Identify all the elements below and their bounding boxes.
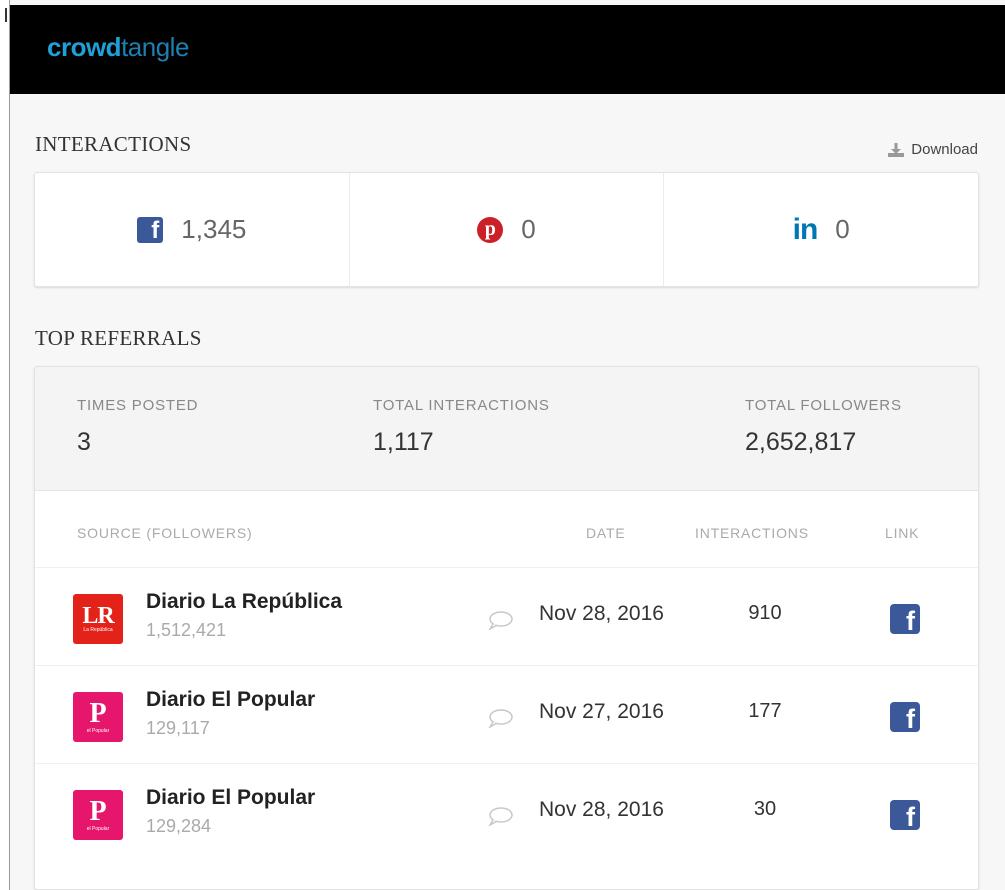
- el-popular-logo: Pel Popular: [73, 790, 123, 840]
- total-interactions-stat: TOTAL INTERACTIONS 1,117: [373, 397, 550, 457]
- download-icon: [888, 142, 905, 157]
- logo-part-tangle: tangle: [121, 32, 189, 62]
- interactions-title: INTERACTIONS: [35, 132, 192, 156]
- times-posted-label: TIMES POSTED: [77, 397, 199, 414]
- window-edge: [0, 0, 10, 890]
- interaction-count: 910: [748, 602, 782, 624]
- top-referrals-title: TOP REFERRALS: [35, 326, 202, 350]
- comment-icon[interactable]: [487, 806, 513, 826]
- column-header-source: SOURCE (FOLLOWERS): [77, 525, 253, 541]
- facebook-interactions: f 1,345: [35, 173, 350, 286]
- main-panel: INTERACTIONS Download f 1,345 p 0 in 0 T…: [10, 94, 1005, 890]
- linkedin-count: 0: [835, 214, 850, 244]
- source-followers: 129,117: [146, 718, 210, 738]
- post-date: Nov 28, 2016: [539, 798, 664, 821]
- post-date: Nov 27, 2016: [539, 700, 664, 723]
- download-button[interactable]: Download: [887, 141, 978, 158]
- referrals-summary: TIMES POSTED 3 TOTAL INTERACTIONS 1,117 …: [35, 367, 978, 491]
- facebook-link-icon[interactable]: f: [890, 800, 920, 832]
- top-referrals-card: TIMES POSTED 3 TOTAL INTERACTIONS 1,117 …: [34, 366, 979, 890]
- pinterest-count: 0: [521, 214, 536, 244]
- linkedin-interactions: in 0: [664, 173, 978, 286]
- source-followers: 129,284: [146, 816, 212, 836]
- table-row: LR La República Diario La República 1,512…: [35, 567, 978, 665]
- column-header-date: DATE: [586, 525, 626, 541]
- facebook-count: 1,345: [181, 214, 247, 244]
- comment-icon[interactable]: [487, 610, 513, 630]
- total-interactions-label: TOTAL INTERACTIONS: [373, 397, 550, 414]
- total-interactions-value: 1,117: [373, 428, 434, 456]
- download-label: Download: [911, 141, 978, 158]
- total-followers-stat: TOTAL FOLLOWERS 2,652,817: [745, 397, 902, 457]
- total-followers-value: 2,652,817: [745, 428, 857, 456]
- comment-icon[interactable]: [487, 708, 513, 728]
- pinterest-icon: p: [477, 216, 504, 243]
- times-posted-value: 3: [77, 428, 91, 456]
- interactions-card: f 1,345 p 0 in 0: [34, 172, 979, 287]
- table-row: Pel Popular Diario El Popular 129,117 No…: [35, 665, 978, 763]
- times-posted-stat: TIMES POSTED 3: [77, 397, 198, 457]
- facebook-link-icon[interactable]: f: [890, 604, 920, 636]
- column-header-interactions: INTERACTIONS: [695, 525, 809, 541]
- table-row: Pel Popular Diario El Popular 129,284 No…: [35, 763, 978, 861]
- facebook-link-icon[interactable]: f: [890, 702, 920, 734]
- crowdtangle-logo[interactable]: crowdtangle: [47, 32, 189, 63]
- linkedin-icon: in: [792, 212, 819, 246]
- facebook-icon: f: [137, 216, 164, 243]
- cursor-mark: [5, 8, 7, 22]
- logo-part-crowd: crowd: [47, 32, 122, 62]
- header-bar: crowdtangle: [10, 5, 1005, 94]
- interaction-count: 30: [753, 798, 777, 820]
- column-header-link: LINK: [885, 525, 920, 541]
- source-name[interactable]: Diario El Popular: [146, 786, 315, 810]
- source-name[interactable]: Diario La República: [146, 590, 342, 614]
- total-followers-label: TOTAL FOLLOWERS: [745, 397, 902, 414]
- post-date: Nov 28, 2016: [539, 602, 664, 625]
- source-name[interactable]: Diario El Popular: [146, 688, 315, 712]
- la-republica-logo: LR La República: [73, 594, 123, 644]
- source-followers: 1,512,421: [146, 620, 227, 640]
- el-popular-logo: Pel Popular: [73, 692, 123, 742]
- interaction-count: 177: [748, 700, 782, 722]
- pinterest-interactions: p 0: [350, 173, 665, 286]
